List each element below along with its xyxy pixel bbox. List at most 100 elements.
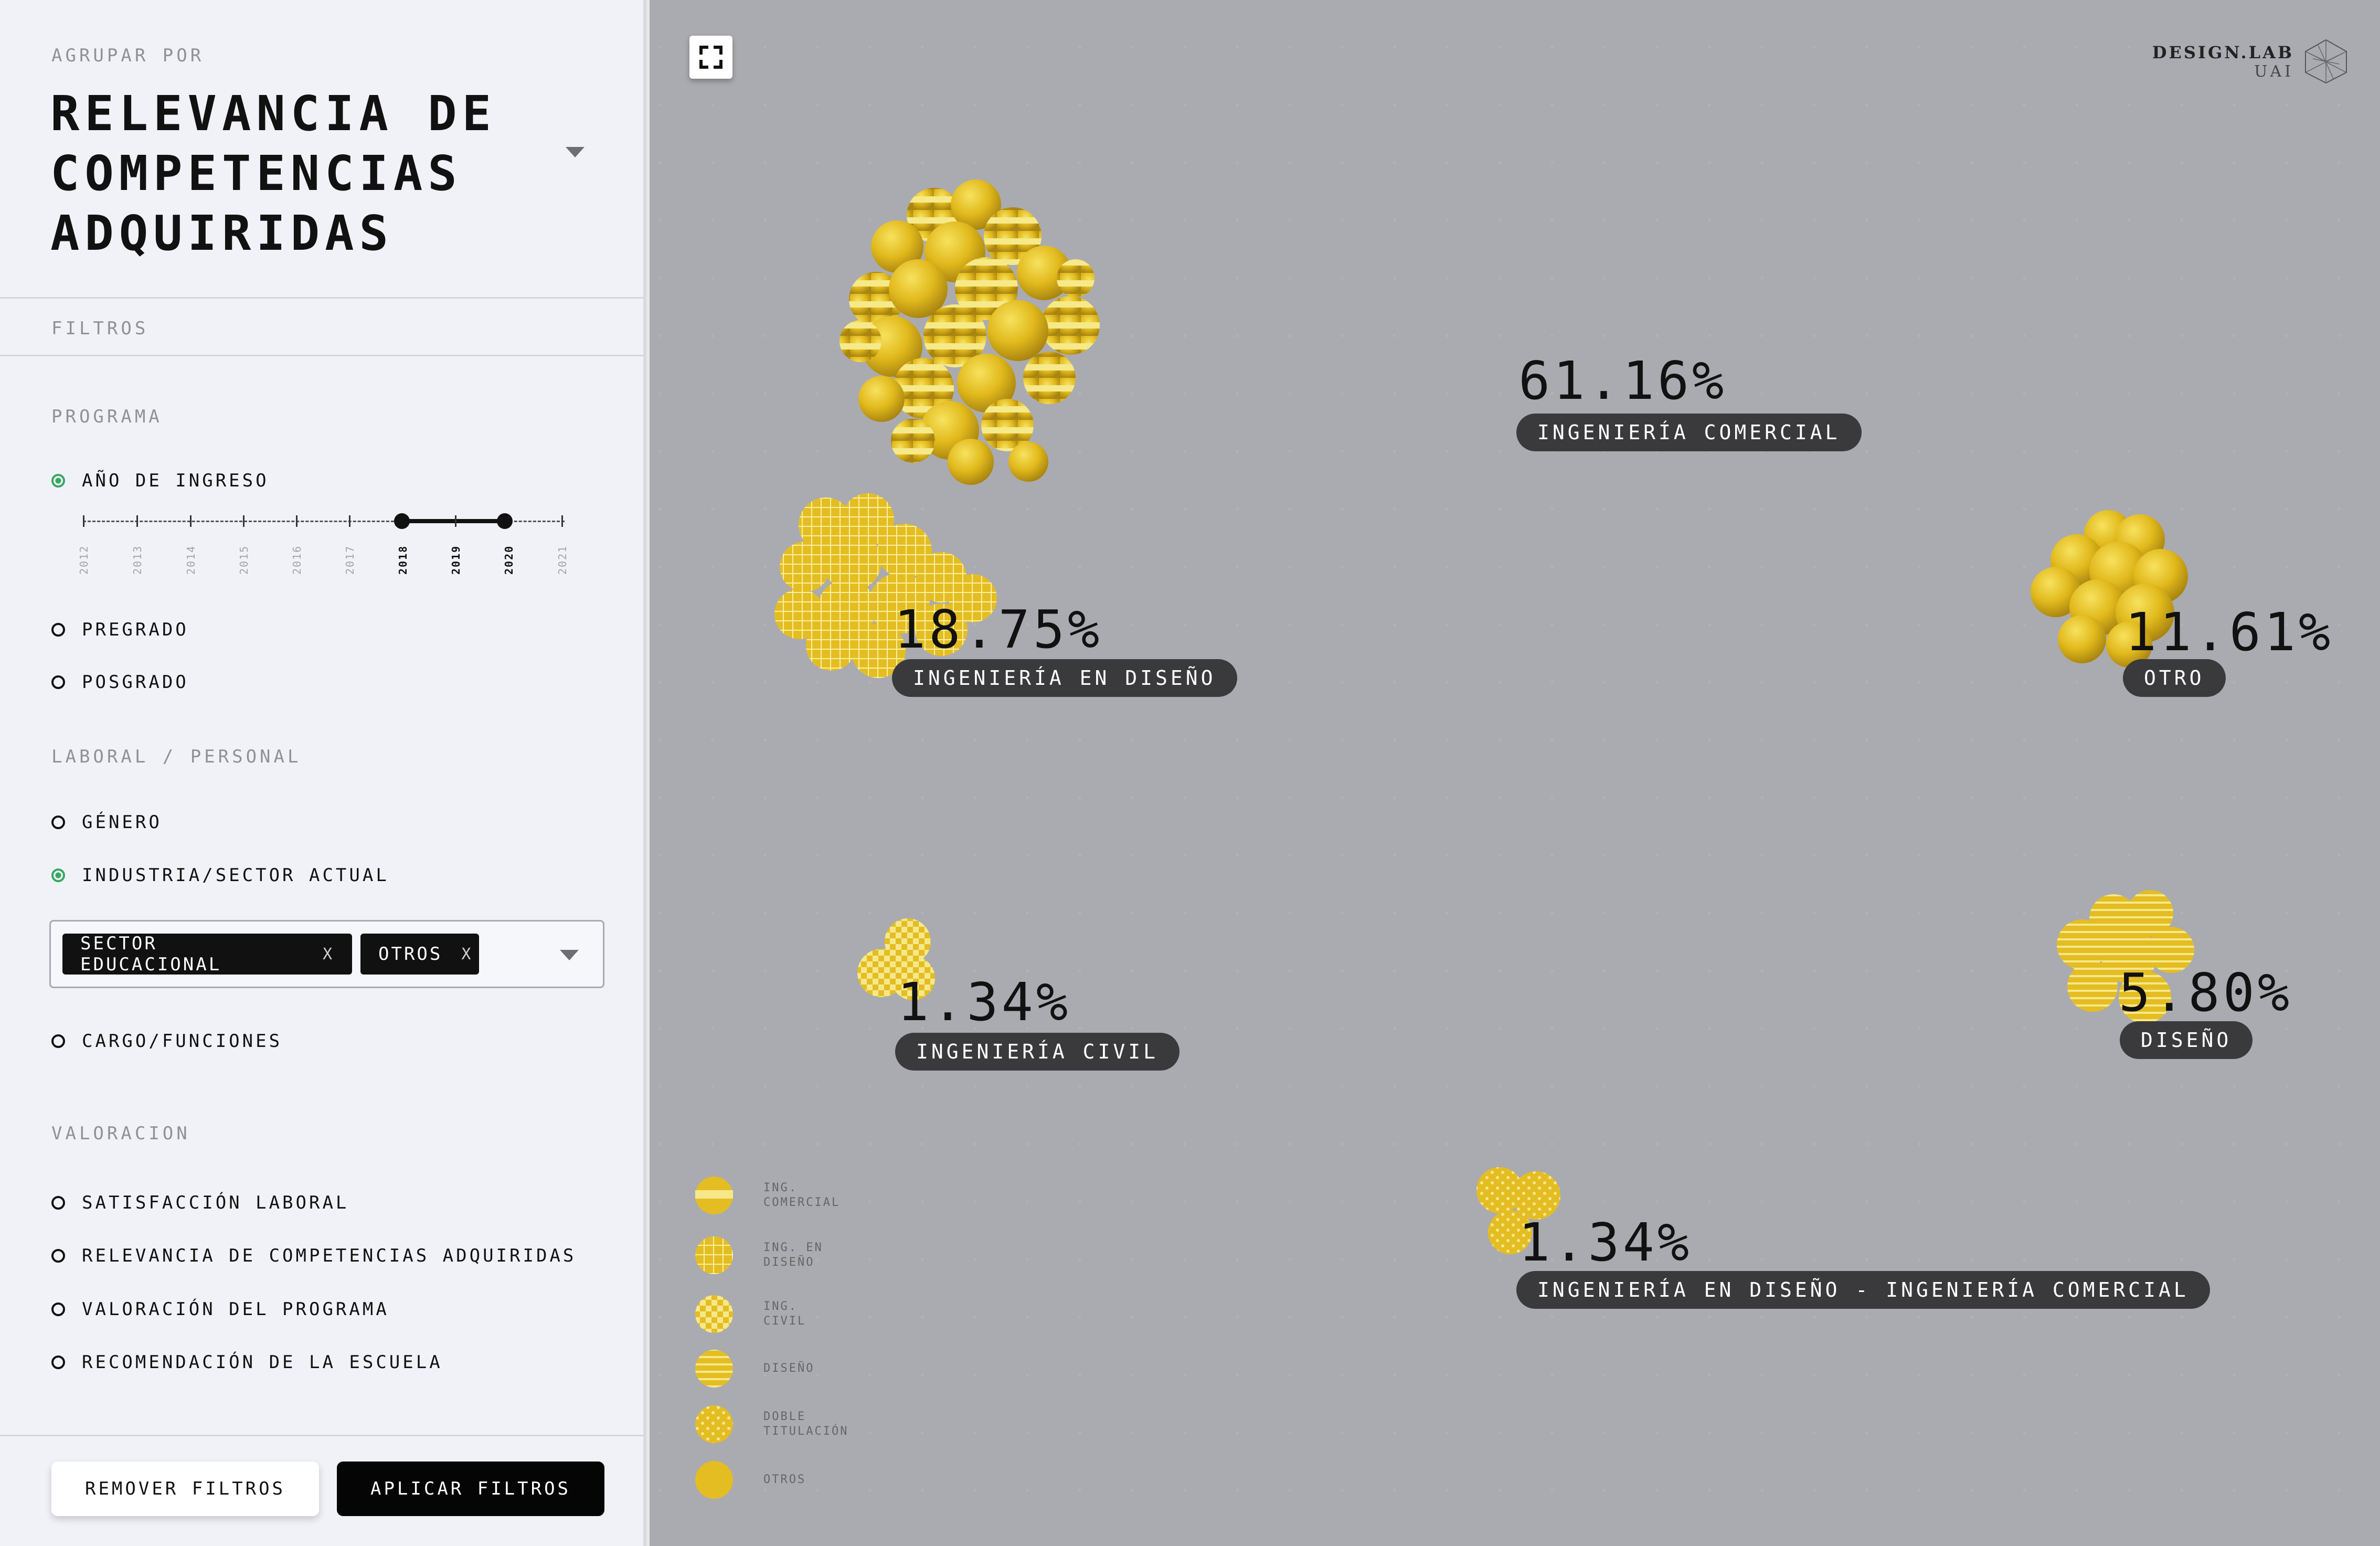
- filters-label: FILTROS: [51, 318, 149, 339]
- apply-filters-button[interactable]: APLICAR FILTROS: [337, 1462, 604, 1516]
- fullscreen-button[interactable]: [689, 36, 732, 79]
- slider-handle-start[interactable]: [394, 513, 410, 529]
- fullscreen-icon: [699, 46, 722, 69]
- label-otro: OTRO: [2123, 659, 2226, 697]
- divider: [0, 1435, 643, 1436]
- radio-checked[interactable]: [51, 869, 65, 882]
- option-cargo[interactable]: CARGO/FUNCIONES: [51, 1030, 282, 1053]
- option-valoracion-programa[interactable]: VALORACIÓN DEL PROGRAMA: [51, 1298, 389, 1321]
- legend-ing-comercial: ING. COMERCIAL: [694, 1176, 840, 1215]
- slider-tick: [190, 515, 192, 527]
- slider-tick: [136, 515, 138, 527]
- option-label: CARGO/FUNCIONES: [82, 1031, 283, 1052]
- divider: [0, 297, 643, 299]
- legend-swatch: [695, 1461, 733, 1499]
- legend-swatch: [695, 1405, 733, 1443]
- option-anio-ingreso[interactable]: AÑO DE INGRESO: [51, 469, 269, 492]
- year-label: 2019: [450, 545, 462, 575]
- remove-filters-button[interactable]: REMOVER FILTROS: [51, 1462, 319, 1516]
- option-relevancia[interactable]: RELEVANCIA DE COMPETENCIAS ADQUIRIDAS: [51, 1244, 576, 1267]
- legend-swatch: [695, 1236, 733, 1274]
- year-label: 2012: [78, 545, 90, 575]
- radio[interactable]: [51, 1303, 65, 1316]
- label-ingenieria-en-diseno: INGENIERÍA EN DISEÑO: [892, 659, 1237, 697]
- label-doble-titulacion: INGENIERÍA EN DISEÑO - INGENIERÍA COMERC…: [1516, 1271, 2210, 1309]
- legend-otros: OTROS: [694, 1460, 806, 1500]
- slider-tick: [349, 515, 350, 527]
- label-diseno: DISEÑO: [2120, 1021, 2253, 1059]
- valoracion-section-label: VALORACION: [51, 1123, 190, 1144]
- radio[interactable]: [51, 1034, 65, 1048]
- radio[interactable]: [51, 1249, 65, 1263]
- chevron-down-icon[interactable]: [560, 950, 579, 960]
- legend-label: ING. EN DISEÑO: [763, 1241, 823, 1269]
- option-label: RELEVANCIA DE COMPETENCIAS ADQUIRIDAS: [82, 1245, 577, 1266]
- percent-diseno: 5.80%: [2119, 962, 2293, 1023]
- year-label: 2016: [291, 545, 303, 575]
- divider: [0, 355, 643, 356]
- radio[interactable]: [51, 816, 65, 829]
- option-satisfaccion[interactable]: SATISFACCIÓN LABORAL: [51, 1191, 349, 1214]
- radio[interactable]: [51, 1356, 65, 1369]
- year-label: 2021: [556, 545, 569, 575]
- option-industria[interactable]: INDUSTRIA/SECTOR ACTUAL: [51, 864, 389, 887]
- programa-section-label: PROGRAMA: [51, 406, 163, 427]
- option-label: INDUSTRIA/SECTOR ACTUAL: [82, 865, 389, 886]
- brand-logo: DESIGN.LAB UAI: [2152, 38, 2350, 85]
- legend-label: DOBLE TITULACIÓN: [763, 1410, 849, 1438]
- legend-swatch: [695, 1177, 733, 1214]
- percent-doble: 1.34%: [1518, 1212, 1693, 1273]
- option-pregrado[interactable]: PREGRADO: [51, 618, 189, 641]
- option-recomendacion[interactable]: RECOMENDACIÓN DE LA ESCUELA: [51, 1351, 443, 1374]
- slider-tick: [83, 515, 84, 527]
- industria-multiselect[interactable]: SECTOR EDUCACIONAL X OTROS X: [49, 920, 604, 988]
- slider-handle-end[interactable]: [497, 513, 513, 529]
- percent-comercial: 61.16%: [1518, 350, 1727, 411]
- filter-sidebar: AGRUPAR POR RELEVANCIA DE COMPETENCIAS A…: [0, 0, 646, 1546]
- brand-sub: UAI: [2254, 62, 2294, 81]
- option-label: AÑO DE INGRESO: [82, 470, 269, 491]
- year-range-slider[interactable]: 2012 2013 2014 2015 2016 2017 2018 2019 …: [78, 493, 569, 583]
- close-icon[interactable]: X: [461, 945, 473, 963]
- option-genero[interactable]: GÉNERO: [51, 811, 162, 834]
- chip-otros: OTROS X: [360, 934, 479, 975]
- radio-checked[interactable]: [51, 474, 65, 488]
- radio[interactable]: [51, 1196, 65, 1210]
- chip-label: OTROS: [378, 944, 443, 965]
- option-label: PREGRADO: [82, 619, 189, 640]
- year-label-selected: 2020: [503, 545, 515, 575]
- legend-swatch: [695, 1295, 733, 1333]
- legend-label: OTROS: [763, 1473, 806, 1486]
- slider-tick: [561, 515, 563, 527]
- year-label-selected: 2018: [397, 545, 409, 575]
- percent-civil: 1.34%: [897, 971, 1071, 1033]
- legend-label: ING. COMERCIAL: [763, 1181, 841, 1209]
- visualization-canvas: DESIGN.LAB UAI 61.16% INGENIERÍA COMERCI…: [650, 0, 2380, 1546]
- legend-label: DISEÑO: [763, 1362, 815, 1375]
- legend-ing-diseno: ING. EN DISEÑO: [694, 1235, 823, 1275]
- group-by-label: AGRUPAR POR: [51, 45, 205, 66]
- legend-label: ING. CIVIL: [763, 1300, 806, 1328]
- percent-otro: 11.61%: [2125, 601, 2334, 663]
- slider-tick: [455, 515, 456, 527]
- option-posgrado[interactable]: POSGRADO: [51, 671, 189, 694]
- legend-doble-titulacion: DOBLE TITULACIÓN: [694, 1404, 848, 1444]
- year-label: 2017: [344, 545, 356, 575]
- close-icon[interactable]: X: [323, 945, 334, 963]
- cluster-ingenieria-comercial[interactable]: [829, 168, 1123, 493]
- slider-tick: [296, 515, 298, 527]
- year-label: 2013: [131, 545, 144, 575]
- option-label: VALORACIÓN DEL PROGRAMA: [82, 1299, 389, 1320]
- legend-ing-civil: ING. CIVIL: [694, 1294, 806, 1334]
- year-label: 2015: [238, 545, 250, 575]
- radio[interactable]: [51, 623, 65, 637]
- label-ingenieria-comercial: INGENIERÍA COMERCIAL: [1516, 414, 1862, 451]
- chevron-down-icon[interactable]: [566, 147, 585, 157]
- group-by-select[interactable]: RELEVANCIA DE COMPETENCIAS ADQUIRIDAS: [50, 84, 523, 263]
- radio[interactable]: [51, 675, 65, 689]
- design-lab-logo-icon: [2305, 39, 2347, 84]
- slider-selected-range: [401, 519, 505, 523]
- year-label: 2014: [185, 545, 197, 575]
- option-label: GÉNERO: [82, 812, 162, 833]
- legend-swatch: [695, 1350, 733, 1388]
